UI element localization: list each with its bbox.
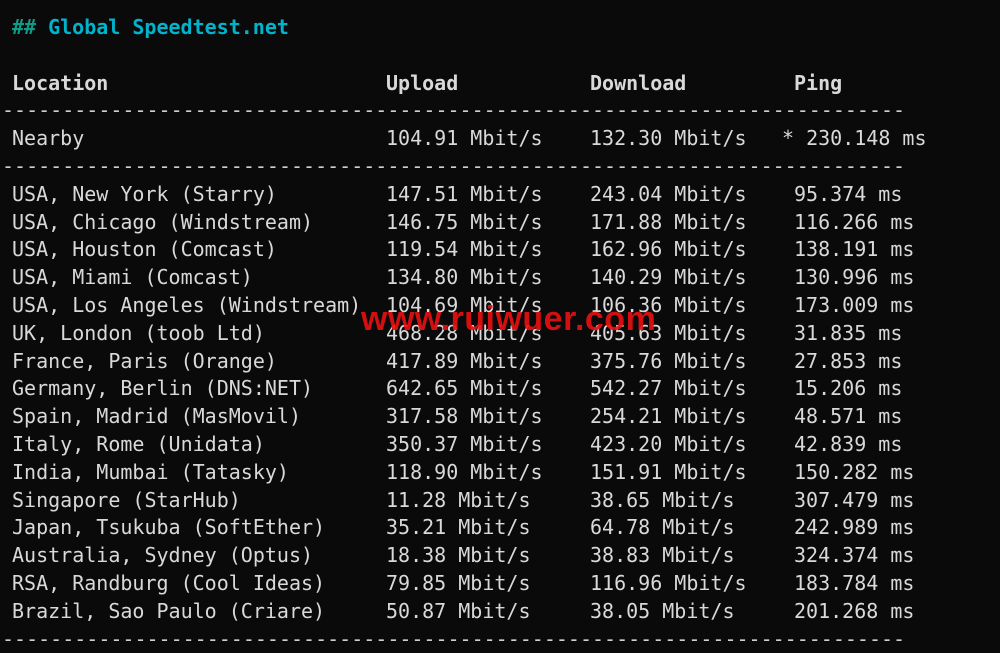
upload-cell: 147.51 Mbit/s bbox=[386, 181, 543, 206]
location-cell: USA, New York (Starry) bbox=[12, 181, 277, 206]
column-header-location: Location bbox=[12, 70, 109, 95]
ping-cell: 130.996 ms bbox=[794, 265, 915, 290]
upload-cell: 18.38 Mbit/s bbox=[386, 543, 531, 568]
ping-cell: 95.374 ms bbox=[794, 181, 903, 206]
download-cell: 38.83 Mbit/s bbox=[590, 543, 735, 568]
location-cell: USA, Los Angeles (Windstream) bbox=[12, 292, 362, 317]
location-cell: Brazil, Sao Paulo (Criare) bbox=[12, 598, 326, 623]
ping-cell: 31.835 ms bbox=[794, 320, 903, 345]
location-cell: RSA, Randburg (Cool Ideas) bbox=[12, 570, 326, 595]
ping-cell: 15.206 ms bbox=[794, 376, 903, 401]
upload-cell: 35.21 Mbit/s bbox=[386, 515, 531, 540]
download-cell: 132.30 Mbit/s bbox=[590, 126, 747, 151]
location-cell: India, Mumbai (Tatasky) bbox=[12, 459, 289, 484]
download-cell: 38.05 Mbit/s bbox=[590, 598, 735, 623]
separator-line: ----------------------------------------… bbox=[2, 153, 906, 178]
table-row: USA, Miami (Comcast) 134.80 Mbit/s 140.2… bbox=[2, 264, 998, 292]
upload-cell: 134.80 Mbit/s bbox=[386, 265, 543, 290]
column-header-upload: Upload bbox=[386, 70, 459, 95]
upload-cell: 317.58 Mbit/s bbox=[386, 404, 543, 429]
location-cell: UK, London (toob Ltd) bbox=[12, 320, 265, 345]
download-cell: 64.78 Mbit/s bbox=[590, 515, 735, 540]
upload-cell: 79.85 Mbit/s bbox=[386, 570, 531, 595]
upload-cell: 417.89 Mbit/s bbox=[386, 348, 543, 373]
download-cell: 38.65 Mbit/s bbox=[590, 487, 735, 512]
upload-cell: 119.54 Mbit/s bbox=[386, 237, 543, 262]
title-hash-prefix: ## bbox=[12, 15, 37, 39]
table-row: Brazil, Sao Paulo (Criare) 50.87 Mbit/s … bbox=[2, 598, 998, 626]
download-cell: 254.21 Mbit/s bbox=[590, 404, 747, 429]
title-text: Global Speedtest.net bbox=[48, 15, 289, 39]
location-cell: Japan, Tsukuba (SoftEther) bbox=[12, 515, 326, 540]
ping-cell: * 230.148 ms bbox=[782, 126, 927, 151]
table-row: France, Paris (Orange) 417.89 Mbit/s 375… bbox=[2, 348, 998, 376]
upload-cell: 146.75 Mbit/s bbox=[386, 209, 543, 234]
download-cell: 423.20 Mbit/s bbox=[590, 431, 747, 456]
ping-cell: 138.191 ms bbox=[794, 237, 915, 262]
watermark-text: www.ruiwuer.com bbox=[361, 300, 657, 338]
page-title: ## Global Speedtest.net bbox=[2, 14, 998, 42]
download-cell: 243.04 Mbit/s bbox=[590, 181, 747, 206]
column-header-download: Download bbox=[590, 70, 687, 95]
location-cell: France, Paris (Orange) bbox=[12, 348, 277, 373]
location-cell: Singapore (StarHub) bbox=[12, 487, 241, 512]
location-cell: USA, Miami (Comcast) bbox=[12, 265, 253, 290]
table-row: RSA, Randburg (Cool Ideas) 79.85 Mbit/s … bbox=[2, 570, 998, 598]
upload-cell: 104.91 Mbit/s bbox=[386, 126, 543, 151]
location-cell: Nearby bbox=[12, 126, 85, 151]
ping-cell: 324.374 ms bbox=[794, 543, 915, 568]
table-row: USA, Chicago (Windstream) 146.75 Mbit/s … bbox=[2, 209, 998, 237]
location-cell: Italy, Rome (Unidata) bbox=[12, 431, 265, 456]
table-row: Singapore (StarHub) 11.28 Mbit/s 38.65 M… bbox=[2, 487, 998, 515]
location-cell: USA, Houston (Comcast) bbox=[12, 237, 277, 262]
download-cell: 116.96 Mbit/s bbox=[590, 570, 747, 595]
table-row: India, Mumbai (Tatasky) 118.90 Mbit/s 15… bbox=[2, 459, 998, 487]
ping-cell: 173.009 ms bbox=[794, 292, 915, 317]
ping-cell: 183.784 ms bbox=[794, 570, 915, 595]
ping-cell: 150.282 ms bbox=[794, 459, 915, 484]
upload-cell: 11.28 Mbit/s bbox=[386, 487, 531, 512]
table-header-row: Location Upload Download Ping bbox=[2, 70, 998, 98]
download-cell: 542.27 Mbit/s bbox=[590, 376, 747, 401]
download-cell: 171.88 Mbit/s bbox=[590, 209, 747, 234]
upload-cell: 642.65 Mbit/s bbox=[386, 376, 543, 401]
table-row-nearby: Nearby 104.91 Mbit/s 132.30 Mbit/s * 230… bbox=[2, 125, 998, 153]
upload-cell: 50.87 Mbit/s bbox=[386, 598, 531, 623]
upload-cell: 118.90 Mbit/s bbox=[386, 459, 543, 484]
location-cell: Germany, Berlin (DNS:NET) bbox=[12, 376, 314, 401]
ping-cell: 307.479 ms bbox=[794, 487, 915, 512]
download-cell: 162.96 Mbit/s bbox=[590, 237, 747, 262]
table-row: Australia, Sydney (Optus) 18.38 Mbit/s 3… bbox=[2, 542, 998, 570]
ping-cell: 242.989 ms bbox=[794, 515, 915, 540]
ping-cell: 116.266 ms bbox=[794, 209, 915, 234]
table-row: USA, New York (Starry) 147.51 Mbit/s 243… bbox=[2, 181, 998, 209]
ping-cell: 201.268 ms bbox=[794, 598, 915, 623]
table-row: USA, Houston (Comcast) 119.54 Mbit/s 162… bbox=[2, 236, 998, 264]
ping-cell: 27.853 ms bbox=[794, 348, 903, 373]
table-row: Japan, Tsukuba (SoftEther) 35.21 Mbit/s … bbox=[2, 514, 998, 542]
download-cell: 375.76 Mbit/s bbox=[590, 348, 747, 373]
separator-line: ----------------------------------------… bbox=[2, 98, 906, 123]
table-row: Germany, Berlin (DNS:NET) 642.65 Mbit/s … bbox=[2, 375, 998, 403]
location-cell: Spain, Madrid (MasMovil) bbox=[12, 404, 301, 429]
column-header-ping: Ping bbox=[794, 70, 843, 95]
table-row: Spain, Madrid (MasMovil) 317.58 Mbit/s 2… bbox=[2, 403, 998, 431]
location-cell: Australia, Sydney (Optus) bbox=[12, 543, 314, 568]
separator-line: ----------------------------------------… bbox=[2, 626, 906, 651]
location-cell: USA, Chicago (Windstream) bbox=[12, 209, 314, 234]
ping-cell: 48.571 ms bbox=[794, 404, 903, 429]
download-cell: 140.29 Mbit/s bbox=[590, 265, 747, 290]
upload-cell: 350.37 Mbit/s bbox=[386, 431, 543, 456]
ping-cell: 42.839 ms bbox=[794, 431, 903, 456]
table-row: Italy, Rome (Unidata) 350.37 Mbit/s 423.… bbox=[2, 431, 998, 459]
download-cell: 151.91 Mbit/s bbox=[590, 459, 747, 484]
